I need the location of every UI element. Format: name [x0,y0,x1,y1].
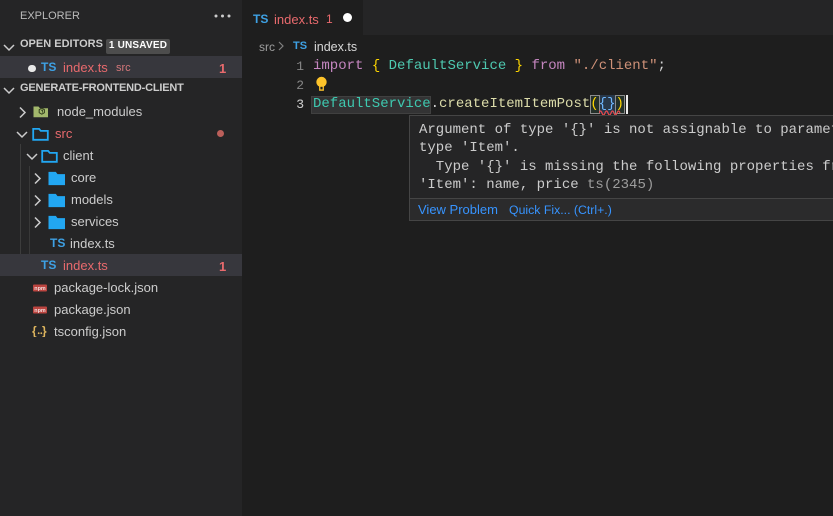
svg-text:}: } [42,325,47,337]
svg-text:npm: npm [34,286,46,292]
svg-text:{: { [32,325,37,337]
svg-text:npm: npm [34,308,46,314]
